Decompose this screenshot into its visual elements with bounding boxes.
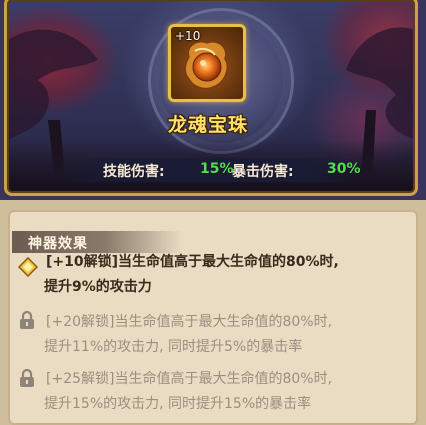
lock-icon [20,368,34,387]
effect-1-line-1: [+10解锁]当生命值高于最大生命值的80%时, [46,254,339,270]
effect-2-line-1: [+20解锁]当生命值高于最大生命值的80%时, [46,314,333,330]
dragon-orb-icon [184,41,229,90]
crit-damage-value: 30% [327,161,361,177]
diamond-icon [18,257,38,277]
artifact-name: 龙魂宝珠 [167,114,248,136]
artifact-banner: +10 龙魂宝珠 技能伤害: 15% 暴击伤害: 30% [0,0,426,200]
effect-3-line-1: [+25解锁]当生命值高于最大生命值的80%时, [46,371,333,387]
effect-item-2: [+20解锁]当生命值高于最大生命值的80%时, 提升11%的攻击力, 同时提升… [44,310,333,360]
artifact-icon-frame[interactable]: +10 [168,24,246,102]
skill-damage-label: 技能伤害: [103,164,165,180]
lock-icon [20,310,34,329]
skill-damage-value: 15% [200,161,234,177]
effect-2-line-2: 提升11%的攻击力, 同时提升5%的暴击率 [44,339,303,355]
crit-damage-label: 暴击伤害: [232,164,294,180]
effect-item-3: [+25解锁]当生命值高于最大生命值的80%时, 提升15%的攻击力, 同时提升… [44,367,333,417]
effect-item-1: [+10解锁]当生命值高于最大生命值的80%时, 提升9%的攻击力 [44,250,339,300]
effect-3-line-2: 提升15%的攻击力, 同时提升15%的暴击率 [44,396,312,412]
effect-1-line-2: 提升9%的攻击力 [44,279,152,295]
